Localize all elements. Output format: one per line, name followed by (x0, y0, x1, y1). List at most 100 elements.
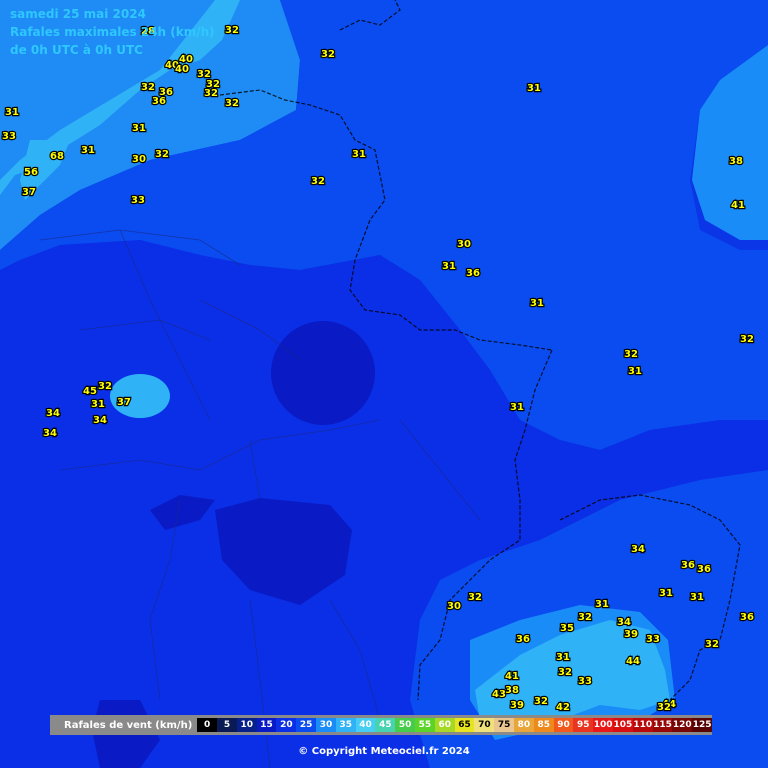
station-value: 40 (175, 64, 189, 75)
station-value: 39 (624, 629, 638, 640)
legend-cell: 50 (395, 718, 416, 732)
station-value: 38 (505, 685, 519, 696)
legend-cell: 85 (533, 718, 554, 732)
date-text: samedi 25 mai 2024 (10, 7, 146, 21)
legend-cell: 90 (553, 718, 574, 732)
legend-cell: 80 (514, 718, 534, 732)
station-value: 68 (50, 151, 64, 162)
station-value: 33 (578, 676, 592, 687)
station-value: 36 (466, 268, 480, 279)
station-value: 31 (595, 599, 609, 610)
station-value: 31 (81, 145, 95, 156)
legend-cell: 75 (494, 718, 515, 732)
station-value: 32 (578, 612, 592, 623)
station-value: 33 (2, 131, 16, 142)
station-value: 32 (558, 667, 572, 678)
station-value: 32 (225, 25, 239, 36)
legend-cell: 30 (316, 718, 336, 732)
legend-cell: 5 (217, 718, 237, 732)
legend-cell: 125 (692, 718, 712, 732)
legend-cell: 25 (296, 718, 317, 732)
station-value: 32 (534, 696, 548, 707)
station-value: 37 (117, 397, 131, 408)
map-header: samedi 25 mai 2024 Rafales maximales 24h… (10, 5, 215, 59)
legend-cell: 45 (375, 718, 396, 732)
legend-cell: 110 (632, 718, 653, 732)
station-value: 32 (98, 381, 112, 392)
station-value: 31 (442, 261, 456, 272)
legend-cell: 70 (474, 718, 495, 732)
legend-cell: 15 (256, 718, 277, 732)
station-value: 41 (731, 200, 745, 211)
map-title: Rafales maximales 24h (km/h) (10, 25, 215, 39)
station-value: 35 (560, 623, 574, 634)
station-value: 36 (740, 612, 754, 623)
low-gust-zone-1 (271, 321, 375, 425)
station-value: 36 (152, 96, 166, 107)
station-value: 44 (626, 656, 640, 667)
station-value: 31 (132, 123, 146, 134)
station-value: 32 (624, 349, 638, 360)
station-value: 56 (24, 167, 38, 178)
station-value: 31 (659, 588, 673, 599)
station-value: 41 (505, 671, 519, 682)
station-value: 31 (530, 298, 544, 309)
station-value: 31 (510, 402, 524, 413)
station-value: 34 (631, 544, 645, 555)
station-value: 34 (93, 415, 107, 426)
station-value: 32 (225, 98, 239, 109)
period-text: de 0h UTC à 0h UTC (10, 43, 143, 57)
station-value: 32 (155, 149, 169, 160)
legend-cell: 115 (652, 718, 673, 732)
legend-cell: 0 (197, 718, 218, 732)
legend-title: Rafales de vent (km/h) (64, 719, 193, 731)
legend-cell: 65 (454, 718, 475, 732)
legend-cell: 100 (593, 718, 614, 732)
legend-scale: 0 5 10 15 20 25 30 35 40 45 50 55 60 65 70 75 80 85 90 95 10… (197, 718, 712, 732)
station-value: 37 (22, 187, 36, 198)
station-value: 32 (141, 82, 155, 93)
station-value: 32 (657, 702, 671, 713)
station-value: 32 (204, 88, 218, 99)
light-blob-west (110, 374, 170, 418)
station-value: 32 (740, 334, 754, 345)
station-value: 31 (690, 592, 704, 603)
station-value: 42 (556, 702, 570, 713)
legend-cell: 10 (236, 718, 257, 732)
station-value: 30 (457, 239, 471, 250)
station-value: 30 (447, 601, 461, 612)
station-value: 31 (628, 366, 642, 377)
legend-cell: 20 (276, 718, 297, 732)
station-value: 34 (46, 408, 60, 419)
station-value: 33 (646, 634, 660, 645)
station-value: 36 (681, 560, 695, 571)
copyright-text: © Copyright Meteociel.fr 2024 (298, 746, 470, 757)
station-value: 45 (83, 386, 97, 397)
station-value: 33 (131, 195, 145, 206)
station-value: 32 (468, 592, 482, 603)
station-value: 39 (510, 700, 524, 711)
station-value: 32 (321, 49, 335, 60)
station-value: 43 (492, 689, 506, 700)
station-value: 36 (516, 634, 530, 645)
station-value: 31 (527, 83, 541, 94)
station-value: 32 (705, 639, 719, 650)
station-value: 31 (5, 107, 19, 118)
station-value: 36 (697, 564, 711, 575)
station-value: 34 (617, 617, 631, 628)
station-value: 31 (556, 652, 570, 663)
station-value: 31 (91, 399, 105, 410)
legend-cell: 120 (672, 718, 693, 732)
color-legend: Rafales de vent (km/h) 0 5 10 15 20 25 30 35 40 4… (50, 715, 712, 735)
station-value: 31 (352, 149, 366, 160)
station-value: 30 (132, 154, 146, 165)
legend-cell: 60 (434, 718, 455, 732)
legend-cell: 105 (613, 718, 633, 732)
legend-cell: 95 (573, 718, 594, 732)
station-value: 38 (729, 156, 743, 167)
wind-gust-map: 322832404040 32323232 3636 32313131333168 30… (0, 0, 768, 768)
station-value: 32 (311, 176, 325, 187)
legend-cell: 55 (415, 718, 435, 732)
legend-cell: 40 (355, 718, 376, 732)
legend-cell: 35 (335, 718, 356, 732)
